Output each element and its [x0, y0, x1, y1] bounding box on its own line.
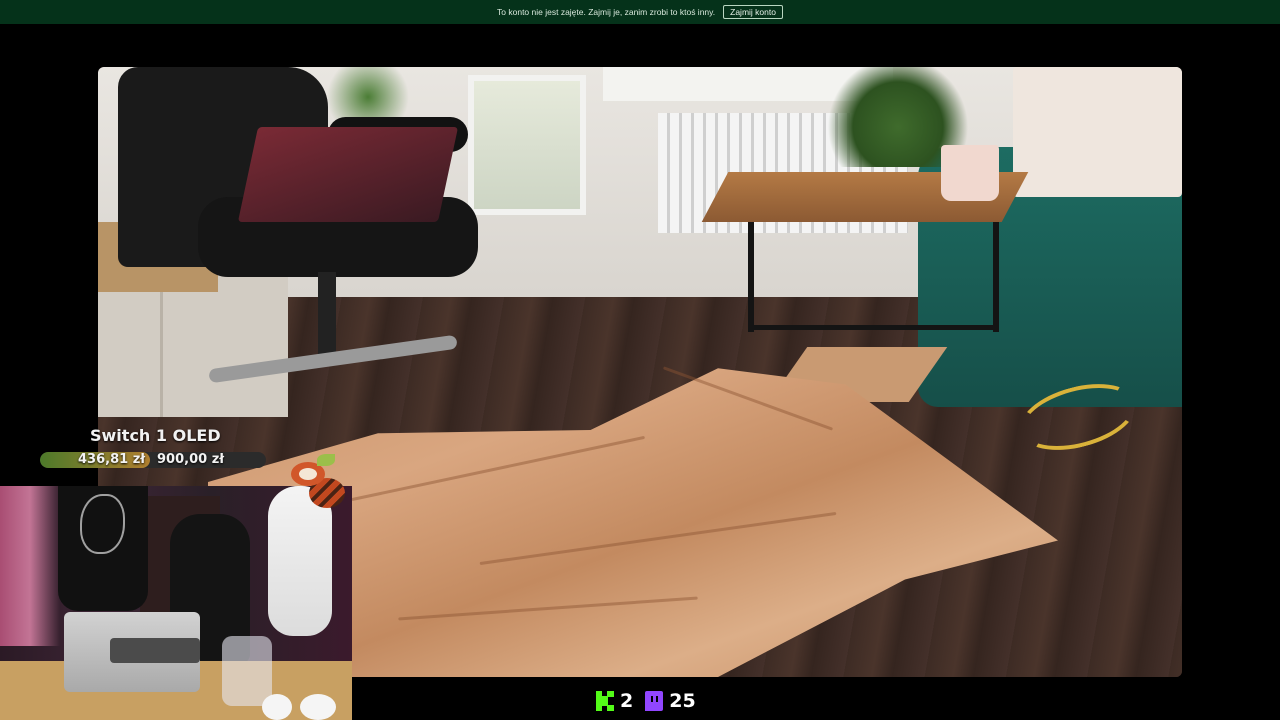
scene-laptop — [237, 127, 459, 222]
scene-cardboard-box — [1013, 67, 1182, 197]
mascot-leaf — [317, 454, 335, 466]
twitch-viewer-count: 25 — [645, 690, 696, 712]
stream-page: To konto nie jest zajęte. Zajmij je, zan… — [0, 0, 1280, 720]
kick-logo-icon — [596, 691, 614, 711]
kick-viewer-count: 2 — [596, 690, 633, 712]
twitch-count-value: 25 — [669, 690, 696, 712]
claim-account-button[interactable]: Zajmij konto — [723, 5, 783, 19]
cam-sewing-machine-arm — [110, 638, 200, 663]
scene-table-leg — [993, 222, 999, 332]
webcam-overlay — [0, 486, 352, 720]
scene-plant-pot — [941, 145, 999, 201]
scene-table-leg — [748, 222, 754, 332]
cam-plastic-bag — [222, 636, 272, 706]
cam-thread-spool — [262, 694, 292, 720]
scene-window — [468, 75, 586, 215]
donation-goal-title: Switch 1 OLED — [90, 426, 221, 445]
donation-goal-target: 900,00 zł — [157, 452, 225, 467]
red-panda-icon — [283, 454, 349, 512]
twitch-logo-icon — [645, 691, 664, 711]
banner-message: To konto nie jest zajęte. Zajmij je, zan… — [497, 7, 716, 17]
donation-goal-bar — [40, 452, 266, 468]
scene-table-rail — [748, 325, 998, 330]
cam-led-light — [0, 486, 60, 646]
claim-account-banner: To konto nie jest zajęte. Zajmij je, zan… — [0, 0, 1280, 24]
scene-chair-stem — [318, 272, 336, 362]
cam-thread-spool — [300, 694, 336, 720]
donation-goal-current: 436,81 zł — [78, 452, 146, 467]
kick-count-value: 2 — [620, 690, 634, 712]
viewer-counts: 2 25 — [596, 690, 696, 712]
cam-shirt-print — [80, 494, 125, 554]
mascot-face — [299, 468, 317, 480]
